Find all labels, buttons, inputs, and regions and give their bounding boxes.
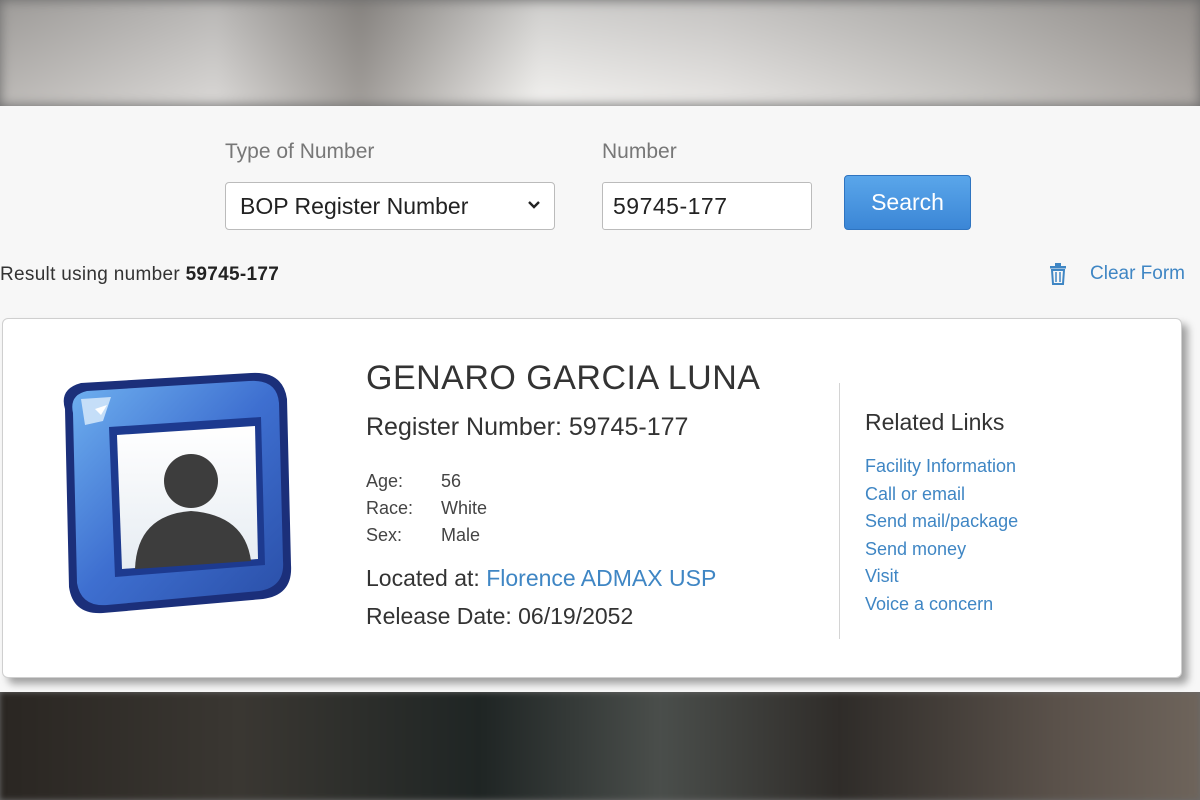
type-of-number-value: BOP Register Number — [240, 192, 469, 219]
release-date: Release Date: 06/19/2052 — [366, 603, 634, 629]
inmate-locator-page: Type of Number BOP Register Number Numbe… — [0, 106, 1200, 692]
result-summary: Result using number 59745-177 — [0, 264, 279, 286]
inmate-result-card: GENARO GARCIA LUNA Register Number: 5974… — [2, 318, 1182, 678]
bottom-photo-blur — [0, 692, 1200, 800]
send-mail-package-link[interactable]: Send mail/package — [865, 511, 1018, 532]
type-of-number-label: Type of Number — [225, 140, 375, 163]
age-label: Age: — [366, 471, 404, 491]
facility-information-link[interactable]: Facility Information — [865, 456, 1016, 477]
race-label: Race: — [366, 498, 414, 518]
trash-icon — [1050, 263, 1066, 285]
location-line: Located at: Florence ADMAX USP — [366, 565, 716, 592]
top-photo-blur — [0, 0, 1200, 106]
type-of-number-select[interactable]: BOP Register Number — [225, 182, 555, 230]
located-at-label: Located at: — [366, 565, 480, 591]
clear-form-button[interactable]: Clear Form — [1048, 262, 1185, 286]
related-links-title: Related Links — [865, 409, 1005, 435]
call-or-email-link[interactable]: Call or email — [865, 484, 965, 505]
number-label: Number — [602, 140, 677, 163]
search-button[interactable]: Search — [844, 175, 971, 230]
register-number: Register Number: 59745-177 — [366, 413, 689, 441]
inmate-name: GENARO GARCIA LUNA — [366, 359, 761, 397]
send-money-link[interactable]: Send money — [865, 539, 966, 560]
person-photo-placeholder-icon — [63, 372, 292, 614]
result-prefix: Result using number — [0, 264, 180, 285]
visit-link[interactable]: Visit — [865, 566, 899, 587]
facility-link[interactable]: Florence ADMAX USP — [486, 565, 716, 591]
race-value: White — [441, 498, 488, 518]
sex-label: Sex: — [366, 525, 403, 545]
chevron-down-icon — [528, 201, 540, 209]
age-value: 56 — [441, 471, 462, 491]
number-input[interactable]: 59745-177 — [602, 182, 812, 230]
result-number: 59745-177 — [185, 264, 280, 285]
sex-value: Male — [441, 525, 481, 545]
card-divider — [839, 383, 840, 639]
clear-form-label: Clear Form — [1090, 263, 1186, 284]
voice-a-concern-link[interactable]: Voice a concern — [865, 594, 993, 615]
